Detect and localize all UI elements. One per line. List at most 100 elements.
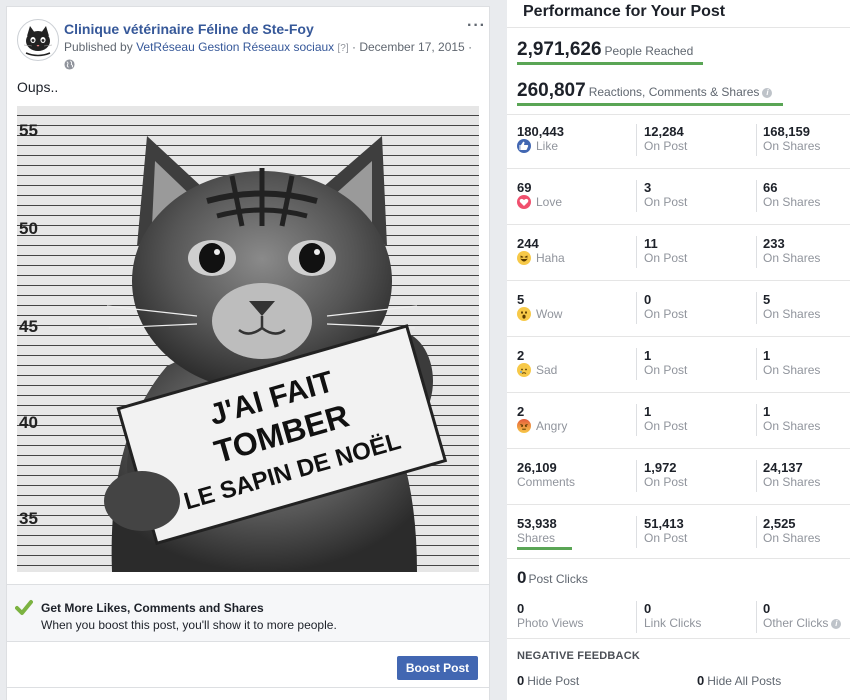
column-divider xyxy=(756,348,757,380)
post-text: Oups.. xyxy=(17,79,59,95)
angry-total: 2 Angry xyxy=(517,404,567,434)
ruler-mark-50: 50 xyxy=(19,219,38,238)
reached-underline xyxy=(517,62,703,65)
haha-icon xyxy=(517,251,531,265)
post-date[interactable]: · December 17, 2015 · xyxy=(352,40,472,54)
other-clicks-label: Other Clicks i xyxy=(763,616,842,631)
engagement-label: Reactions, Comments & Shares xyxy=(588,85,760,99)
shares-on-shares-value: 2,525 xyxy=(763,516,796,531)
post-clicks-value: 0 xyxy=(517,568,527,587)
boost-post-button[interactable]: Boost Post xyxy=(397,656,478,680)
hide-post-value: 0 xyxy=(517,673,525,688)
published-by-prefix: Published by xyxy=(64,40,133,54)
column-divider xyxy=(756,460,757,492)
photo-views-value: 0 xyxy=(517,601,525,616)
on-shares-label: On Shares xyxy=(763,363,821,377)
checkmark-icon xyxy=(15,600,33,615)
publisher-link[interactable]: VetRéseau Gestion Réseaux sociaux xyxy=(136,40,334,54)
comments-total: 26,109 Comments xyxy=(517,460,575,490)
post-clicks: 0 Post Clicks xyxy=(517,568,588,588)
on-post-label: On Post xyxy=(644,419,688,433)
people-reached-value: 2,971,626 xyxy=(517,39,602,60)
comments-label: Comments xyxy=(517,475,575,490)
hide-post: 0 Hide Post xyxy=(517,672,579,690)
like-total-value: 180,443 xyxy=(517,124,564,139)
angry-label-text: Angry xyxy=(536,419,568,433)
divider xyxy=(507,27,850,28)
angry-on-post-value: 1 xyxy=(644,404,652,419)
info-icon[interactable]: i xyxy=(762,88,773,98)
row-divider xyxy=(507,224,850,225)
angry-on-post: 1 On Post xyxy=(644,404,687,434)
comments-on-shares: 24,137 On Shares xyxy=(763,460,820,490)
row-divider xyxy=(507,504,850,505)
on-post-label: On Post xyxy=(644,475,688,489)
people-reached-label: People Reached xyxy=(604,44,694,58)
comments-on-shares-value: 24,137 xyxy=(763,460,803,475)
sad-label: Sad xyxy=(517,363,557,378)
love-total-value: 69 xyxy=(517,180,532,195)
post-options-button[interactable]: ··· xyxy=(467,17,486,35)
on-post-label: On Post xyxy=(644,251,688,265)
like-on-shares-value: 168,159 xyxy=(763,124,810,139)
photo-views-label: Photo Views xyxy=(517,616,584,630)
shares-total: 53,938 Shares xyxy=(517,516,557,546)
sad-total: 2 Sad xyxy=(517,348,557,378)
page-avatar[interactable] xyxy=(17,19,59,61)
on-shares-label: On Shares xyxy=(763,419,821,433)
post-clicks-label: Post Clicks xyxy=(528,572,588,586)
photo-views: 0 Photo Views xyxy=(517,601,584,631)
angry-on-shares-value: 1 xyxy=(763,404,771,419)
angry-total-value: 2 xyxy=(517,404,525,419)
post-photo[interactable]: 55 50 45 40 35 J'AI FAIT TOMBER LE SAPIN… xyxy=(17,106,479,572)
people-reached: 2,971,626 People Reached xyxy=(517,39,693,61)
on-post-label: On Post xyxy=(644,363,688,377)
column-divider xyxy=(636,180,637,212)
globe-icon[interactable] xyxy=(64,59,75,70)
comments-on-post-value: 1,972 xyxy=(644,460,677,475)
love-total: 69 Love xyxy=(517,180,562,210)
on-post-label: On Post xyxy=(644,307,688,321)
column-divider xyxy=(636,601,637,633)
ruler-mark-55: 55 xyxy=(19,121,38,140)
on-post-label: On Post xyxy=(644,195,688,209)
like-label-text: Like xyxy=(536,139,559,153)
love-on-shares: 66 On Shares xyxy=(763,180,820,210)
hide-post-label: Hide Post xyxy=(527,674,580,688)
love-icon xyxy=(517,195,531,209)
row-divider xyxy=(507,280,850,281)
like-total: 180,443 Like xyxy=(517,124,564,154)
like-label: Like xyxy=(517,139,564,154)
column-divider xyxy=(756,404,757,436)
page-name-link[interactable]: Clinique vétérinaire Féline de Ste-Foy xyxy=(64,21,314,37)
wow-label-text: Wow xyxy=(536,307,563,321)
shares-underline xyxy=(517,547,572,550)
sad-icon xyxy=(517,363,531,377)
wow-on-shares-value: 5 xyxy=(763,292,771,307)
angry-on-shares: 1 On Shares xyxy=(763,404,820,434)
shares-total-value: 53,938 xyxy=(517,516,557,531)
on-post-label: On Post xyxy=(644,531,688,545)
row-divider xyxy=(507,336,850,337)
column-divider xyxy=(756,180,757,212)
help-link[interactable]: [?] xyxy=(338,43,349,54)
column-divider xyxy=(636,460,637,492)
love-label-text: Love xyxy=(536,195,563,209)
wow-total: 5 Wow xyxy=(517,292,562,322)
haha-on-shares: 233 On Shares xyxy=(763,236,820,266)
on-post-label: On Post xyxy=(644,139,688,153)
negative-feedback-title: NEGATIVE FEEDBACK xyxy=(517,650,640,662)
haha-on-shares-value: 233 xyxy=(763,236,785,251)
performance-panel: Performance for Your Post 2,971,626 Peopl… xyxy=(507,0,850,700)
boost-suggestion: Get More Likes, Comments and Shares When… xyxy=(7,584,489,642)
info-icon[interactable]: i xyxy=(831,619,842,629)
comments-label-text: Comments xyxy=(517,475,576,489)
wow-on-post: 0 On Post xyxy=(644,292,687,322)
column-divider xyxy=(636,404,637,436)
shares-on-post: 51,413 On Post xyxy=(644,516,687,546)
hide-all-posts-value: 0 xyxy=(697,673,705,688)
love-on-post-value: 3 xyxy=(644,180,652,195)
sad-on-shares-value: 1 xyxy=(763,348,771,363)
column-divider xyxy=(756,516,757,548)
comments-total-value: 26,109 xyxy=(517,460,557,475)
